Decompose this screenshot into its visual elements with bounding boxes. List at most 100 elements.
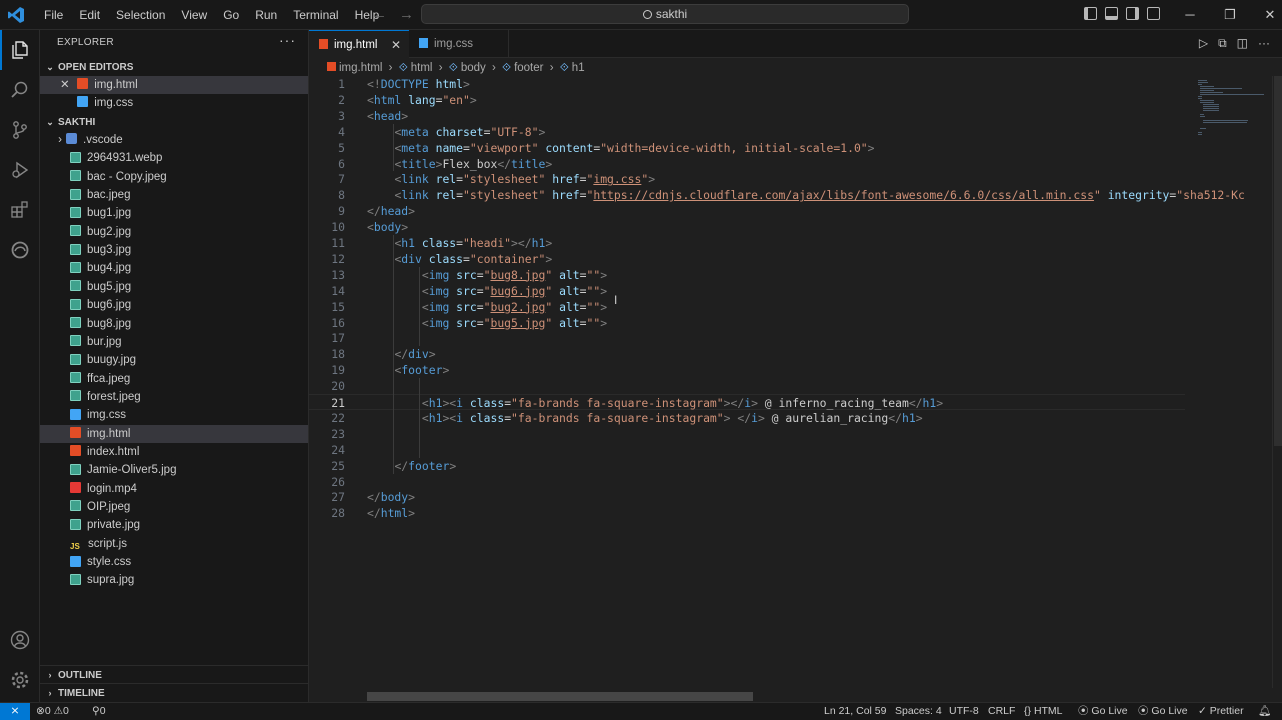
line-ending[interactable]: CRLF (988, 703, 1015, 720)
file-item[interactable]: OIP.jpeg (40, 498, 308, 516)
breadcrumb-item[interactable]: body (461, 62, 486, 74)
menu-go[interactable]: Go (215, 8, 247, 22)
code-editor[interactable]: 1 <!DOCTYPE html> 2 <html lang="en"> 3 <head>… (309, 76, 1245, 688)
language-mode[interactable]: {} HTML (1024, 703, 1063, 720)
breadcrumb-item[interactable]: footer (514, 62, 543, 74)
outline-header[interactable]: › OUTLINE (40, 665, 309, 684)
back-arrow-icon[interactable]: ← (372, 6, 387, 23)
source-control-icon[interactable] (0, 110, 40, 150)
menu-selection[interactable]: Selection (108, 8, 173, 22)
file-item[interactable]: JS script.js (40, 535, 308, 553)
close-tab-icon[interactable]: ✕ (391, 31, 401, 59)
maximize-icon[interactable]: ❐ (1210, 0, 1250, 30)
minimap[interactable] (1190, 76, 1272, 688)
file-item[interactable]: bac.jpeg (40, 186, 308, 204)
encoding[interactable]: UTF-8 (949, 703, 979, 720)
menu-view[interactable]: View (173, 8, 215, 22)
file-label: img.html (87, 427, 131, 440)
accounts-icon[interactable] (0, 620, 40, 660)
file-item[interactable]: bug8.jpg (40, 315, 308, 333)
customize-layout-icon[interactable] (1147, 7, 1160, 20)
edge-devtools-icon[interactable] (0, 230, 40, 270)
forward-arrow-icon[interactable]: → (399, 6, 414, 23)
file-item[interactable]: bug4.jpg (40, 259, 308, 277)
toggle-primary-sidebar-icon[interactable] (1084, 7, 1097, 20)
file-item[interactable]: img.html (40, 424, 308, 443)
tab-img-css[interactable]: img.css (409, 30, 509, 58)
file-item[interactable]: Jamie-Oliver5.jpg (40, 461, 308, 479)
go-live-button-1[interactable]: ⦿ Go Live (1078, 703, 1128, 720)
breadcrumb-item[interactable]: html (411, 62, 433, 74)
file-item[interactable]: bug1.jpg (40, 204, 308, 222)
file-item[interactable]: bac - Copy.jpeg (40, 168, 308, 186)
html-file-icon (327, 62, 336, 72)
file-item[interactable]: bur.jpg (40, 333, 308, 351)
file-item[interactable]: img.css (40, 406, 308, 424)
close-window-icon[interactable]: ✕ (1250, 0, 1282, 30)
file-item[interactable]: ffca.jpeg (40, 370, 308, 388)
broadcast-icon: ⦿ (1078, 705, 1092, 717)
toggle-secondary-sidebar-icon[interactable] (1126, 7, 1139, 20)
breadcrumb-item[interactable]: h1 (572, 62, 585, 74)
file-label: bug8.jpg (87, 317, 132, 330)
more-actions-icon[interactable]: ··· (1258, 36, 1270, 51)
split-editor-icon[interactable]: ◫ (1237, 36, 1248, 51)
vertical-scrollbar[interactable] (1272, 76, 1282, 688)
code-line: 10 <body> (309, 219, 1185, 235)
close-editor-icon[interactable]: ✕ (60, 76, 74, 94)
file-item[interactable]: bug6.jpg (40, 296, 308, 314)
breadcrumb-separator: › (388, 62, 393, 74)
timeline-header[interactable]: › TIMELINE (40, 683, 309, 702)
file-item[interactable]: supra.jpg (40, 571, 308, 589)
search-view-icon[interactable] (0, 70, 40, 110)
file-item[interactable]: 2964931.webp (40, 149, 308, 167)
menu-file[interactable]: File (36, 8, 71, 22)
run-icon[interactable]: ▷ (1199, 36, 1208, 51)
open-editor-item-img-html[interactable]: ✕ img.html (40, 76, 308, 94)
scrollbar-thumb[interactable] (1274, 76, 1282, 446)
open-editors-header[interactable]: ⌄ OPEN EDITORS (40, 58, 309, 76)
file-item[interactable]: forest.jpeg (40, 388, 308, 406)
go-live-button-2[interactable]: ⦿ Go Live (1138, 703, 1188, 720)
cursor-position[interactable]: Ln 21, Col 59 (824, 703, 886, 720)
file-item[interactable]: login.mp4 (40, 480, 308, 498)
open-preview-icon[interactable]: ⧉ (1218, 36, 1227, 51)
file-item[interactable]: bug5.jpg (40, 278, 308, 296)
file-item[interactable]: index.html (40, 443, 308, 461)
horizontal-scrollbar-thumb[interactable] (367, 692, 753, 701)
more-actions-icon[interactable]: ··· (279, 32, 296, 48)
tab-img-html[interactable]: img.html ✕ (309, 30, 409, 58)
menu-edit[interactable]: Edit (71, 8, 108, 22)
extensions-icon[interactable] (0, 190, 40, 230)
indentation[interactable]: Spaces: 4 (895, 703, 942, 720)
prettier-status[interactable]: ✓ Prettier (1198, 703, 1244, 720)
file-item[interactable]: bug2.jpg (40, 223, 308, 241)
folder-header-sakthi[interactable]: ⌄ SAKTHI (40, 113, 309, 131)
manage-gear-icon[interactable] (0, 660, 40, 700)
minimize-icon[interactable]: ─ (1170, 0, 1210, 30)
notifications-bell-icon[interactable]: 🔔︎ (1258, 703, 1271, 720)
minimap-line (1198, 134, 1203, 135)
file-item[interactable]: private.jpg (40, 516, 308, 534)
open-editor-item-img-css[interactable]: img.css (40, 94, 308, 112)
element-icon: ⟐ (559, 62, 569, 74)
menu-terminal[interactable]: Terminal (285, 8, 346, 22)
img-file-icon (70, 500, 81, 512)
html-file-icon (70, 427, 81, 439)
file-item[interactable]: buugy.jpg (40, 351, 308, 369)
run-debug-icon[interactable] (0, 150, 40, 190)
file-item[interactable]: style.css (40, 553, 308, 571)
problems-indicator[interactable]: ⊗0 ⚠0 (36, 703, 69, 720)
toggle-panel-icon[interactable] (1105, 7, 1118, 20)
ports-indicator[interactable]: ⚲0 (92, 703, 106, 720)
file-label: bur.jpg (87, 335, 122, 348)
menu-run[interactable]: Run (247, 8, 285, 22)
breadcrumb-item[interactable]: img.html (339, 62, 382, 74)
file-item[interactable]: › .vscode (40, 131, 308, 149)
code-text: <img src="bug2.jpg" alt=""> (421, 299, 608, 314)
command-center-search[interactable]: sakthi (421, 4, 909, 24)
explorer-icon[interactable] (0, 30, 40, 70)
remote-icon[interactable]: ⨯ (0, 703, 30, 720)
file-item[interactable]: bug3.jpg (40, 241, 308, 259)
minimap-line (1200, 90, 1215, 91)
